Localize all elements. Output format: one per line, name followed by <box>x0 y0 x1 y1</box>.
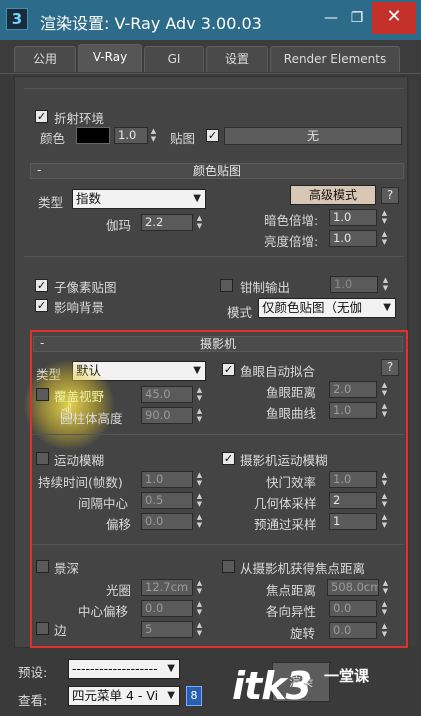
map-label: 贴图 <box>170 131 196 146</box>
subpixel-checkbox[interactable]: ✓ <box>35 279 48 292</box>
bright-mult-spinner[interactable]: ▲ ▼ <box>380 230 389 247</box>
refraction-env-checkbox[interactable]: ✓ <box>35 110 48 123</box>
tab-render-elements[interactable]: Render Elements <box>270 46 400 72</box>
window-title: 渲染设置: V-Ray Adv 3.00.03 <box>40 14 262 33</box>
cm-help-button[interactable]: ? <box>381 187 399 204</box>
section-divider <box>24 256 404 257</box>
view-label: 查看: <box>18 693 48 708</box>
view-value: 四元菜单 4 - Vi <box>72 688 159 703</box>
chevron-down-icon: ▼ <box>167 690 175 701</box>
gamma-label: 伽玛 <box>106 218 132 233</box>
cm-type-dropdown[interactable]: 指数 ▼ <box>72 189 206 209</box>
color-mapping-title: 颜色贴图 <box>192 164 241 178</box>
clamp-label: 钳制输出 <box>240 280 291 295</box>
highlight-box <box>30 330 408 648</box>
color-mapping-header[interactable]: - 颜色贴图 <box>30 163 404 179</box>
collapse-icon: - <box>37 163 42 177</box>
chevron-down-icon: ▼ <box>383 302 391 313</box>
chevron-down-icon: ▼ <box>167 663 175 674</box>
dark-mult-spinner[interactable]: ▲ ▼ <box>380 209 389 226</box>
cm-type-label: 类型 <box>38 195 64 210</box>
refraction-env-label: 折射环境 <box>54 111 105 126</box>
close-button[interactable]: ✕ <box>372 2 416 34</box>
subpixel-label: 子像素贴图 <box>54 280 117 295</box>
gamma-field[interactable]: 2.2 <box>141 214 193 231</box>
color-label: 颜色 <box>40 131 66 146</box>
map-enable-checkbox[interactable]: ✓ <box>206 129 219 142</box>
expert-mode-button[interactable]: 高级模式 <box>290 185 376 205</box>
dark-mult-field[interactable]: 1.0 <box>329 209 377 226</box>
gamma-spinner[interactable]: ▲ ▼ <box>195 214 204 231</box>
bright-mult-label: 亮度倍增: <box>264 234 319 249</box>
preset-dropdown[interactable]: ------------------- ▼ <box>68 659 180 679</box>
cm-type-value: 指数 <box>76 191 102 206</box>
rollout-separator <box>24 88 404 89</box>
affect-bg-label: 影响背景 <box>54 300 105 315</box>
watermark-logo: itk3 <box>232 664 312 708</box>
restore-button[interactable]: ❐ <box>346 8 368 28</box>
color-multiplier-field[interactable]: 1.0 <box>114 127 148 144</box>
mode-dropdown[interactable]: 仅颜色贴图（无伽 ▼ <box>258 298 396 318</box>
tab-common[interactable]: 公用 <box>14 46 76 72</box>
watermark-subtitle: 一堂课 <box>324 667 370 685</box>
tab-gi[interactable]: GI <box>144 46 204 72</box>
preset-label: 预设: <box>18 665 48 680</box>
clamp-spinner[interactable]: ▲ ▼ <box>381 276 390 293</box>
panel-scrollbar[interactable] <box>409 80 417 645</box>
view-dropdown[interactable]: 四元菜单 4 - Vi ▼ <box>68 686 180 706</box>
color-swatch[interactable] <box>76 127 110 144</box>
tab-vray[interactable]: V-Ray <box>78 44 142 72</box>
color-multiplier-spinner[interactable]: ▲ ▼ <box>149 127 158 144</box>
mode-value: 仅颜色贴图（无伽 <box>262 300 363 315</box>
chevron-down-icon: ▼ <box>193 193 201 204</box>
app-logo-icon: 3 <box>6 8 28 30</box>
minimize-button[interactable]: — <box>320 8 342 28</box>
affect-bg-checkbox[interactable]: ✓ <box>35 299 48 312</box>
preset-value: ------------------- <box>72 661 158 676</box>
tab-settings[interactable]: 设置 <box>206 46 268 72</box>
clamp-field[interactable]: 1.0 <box>330 276 378 293</box>
mode-label: 模式 <box>227 305 253 320</box>
bright-mult-field[interactable]: 1.0 <box>329 230 377 247</box>
dark-mult-label: 暗色倍增: <box>264 213 319 228</box>
clamp-checkbox[interactable] <box>220 279 233 292</box>
lock-view-icon[interactable]: 8 <box>186 686 202 706</box>
map-slot-button[interactable]: 无 <box>224 127 402 145</box>
